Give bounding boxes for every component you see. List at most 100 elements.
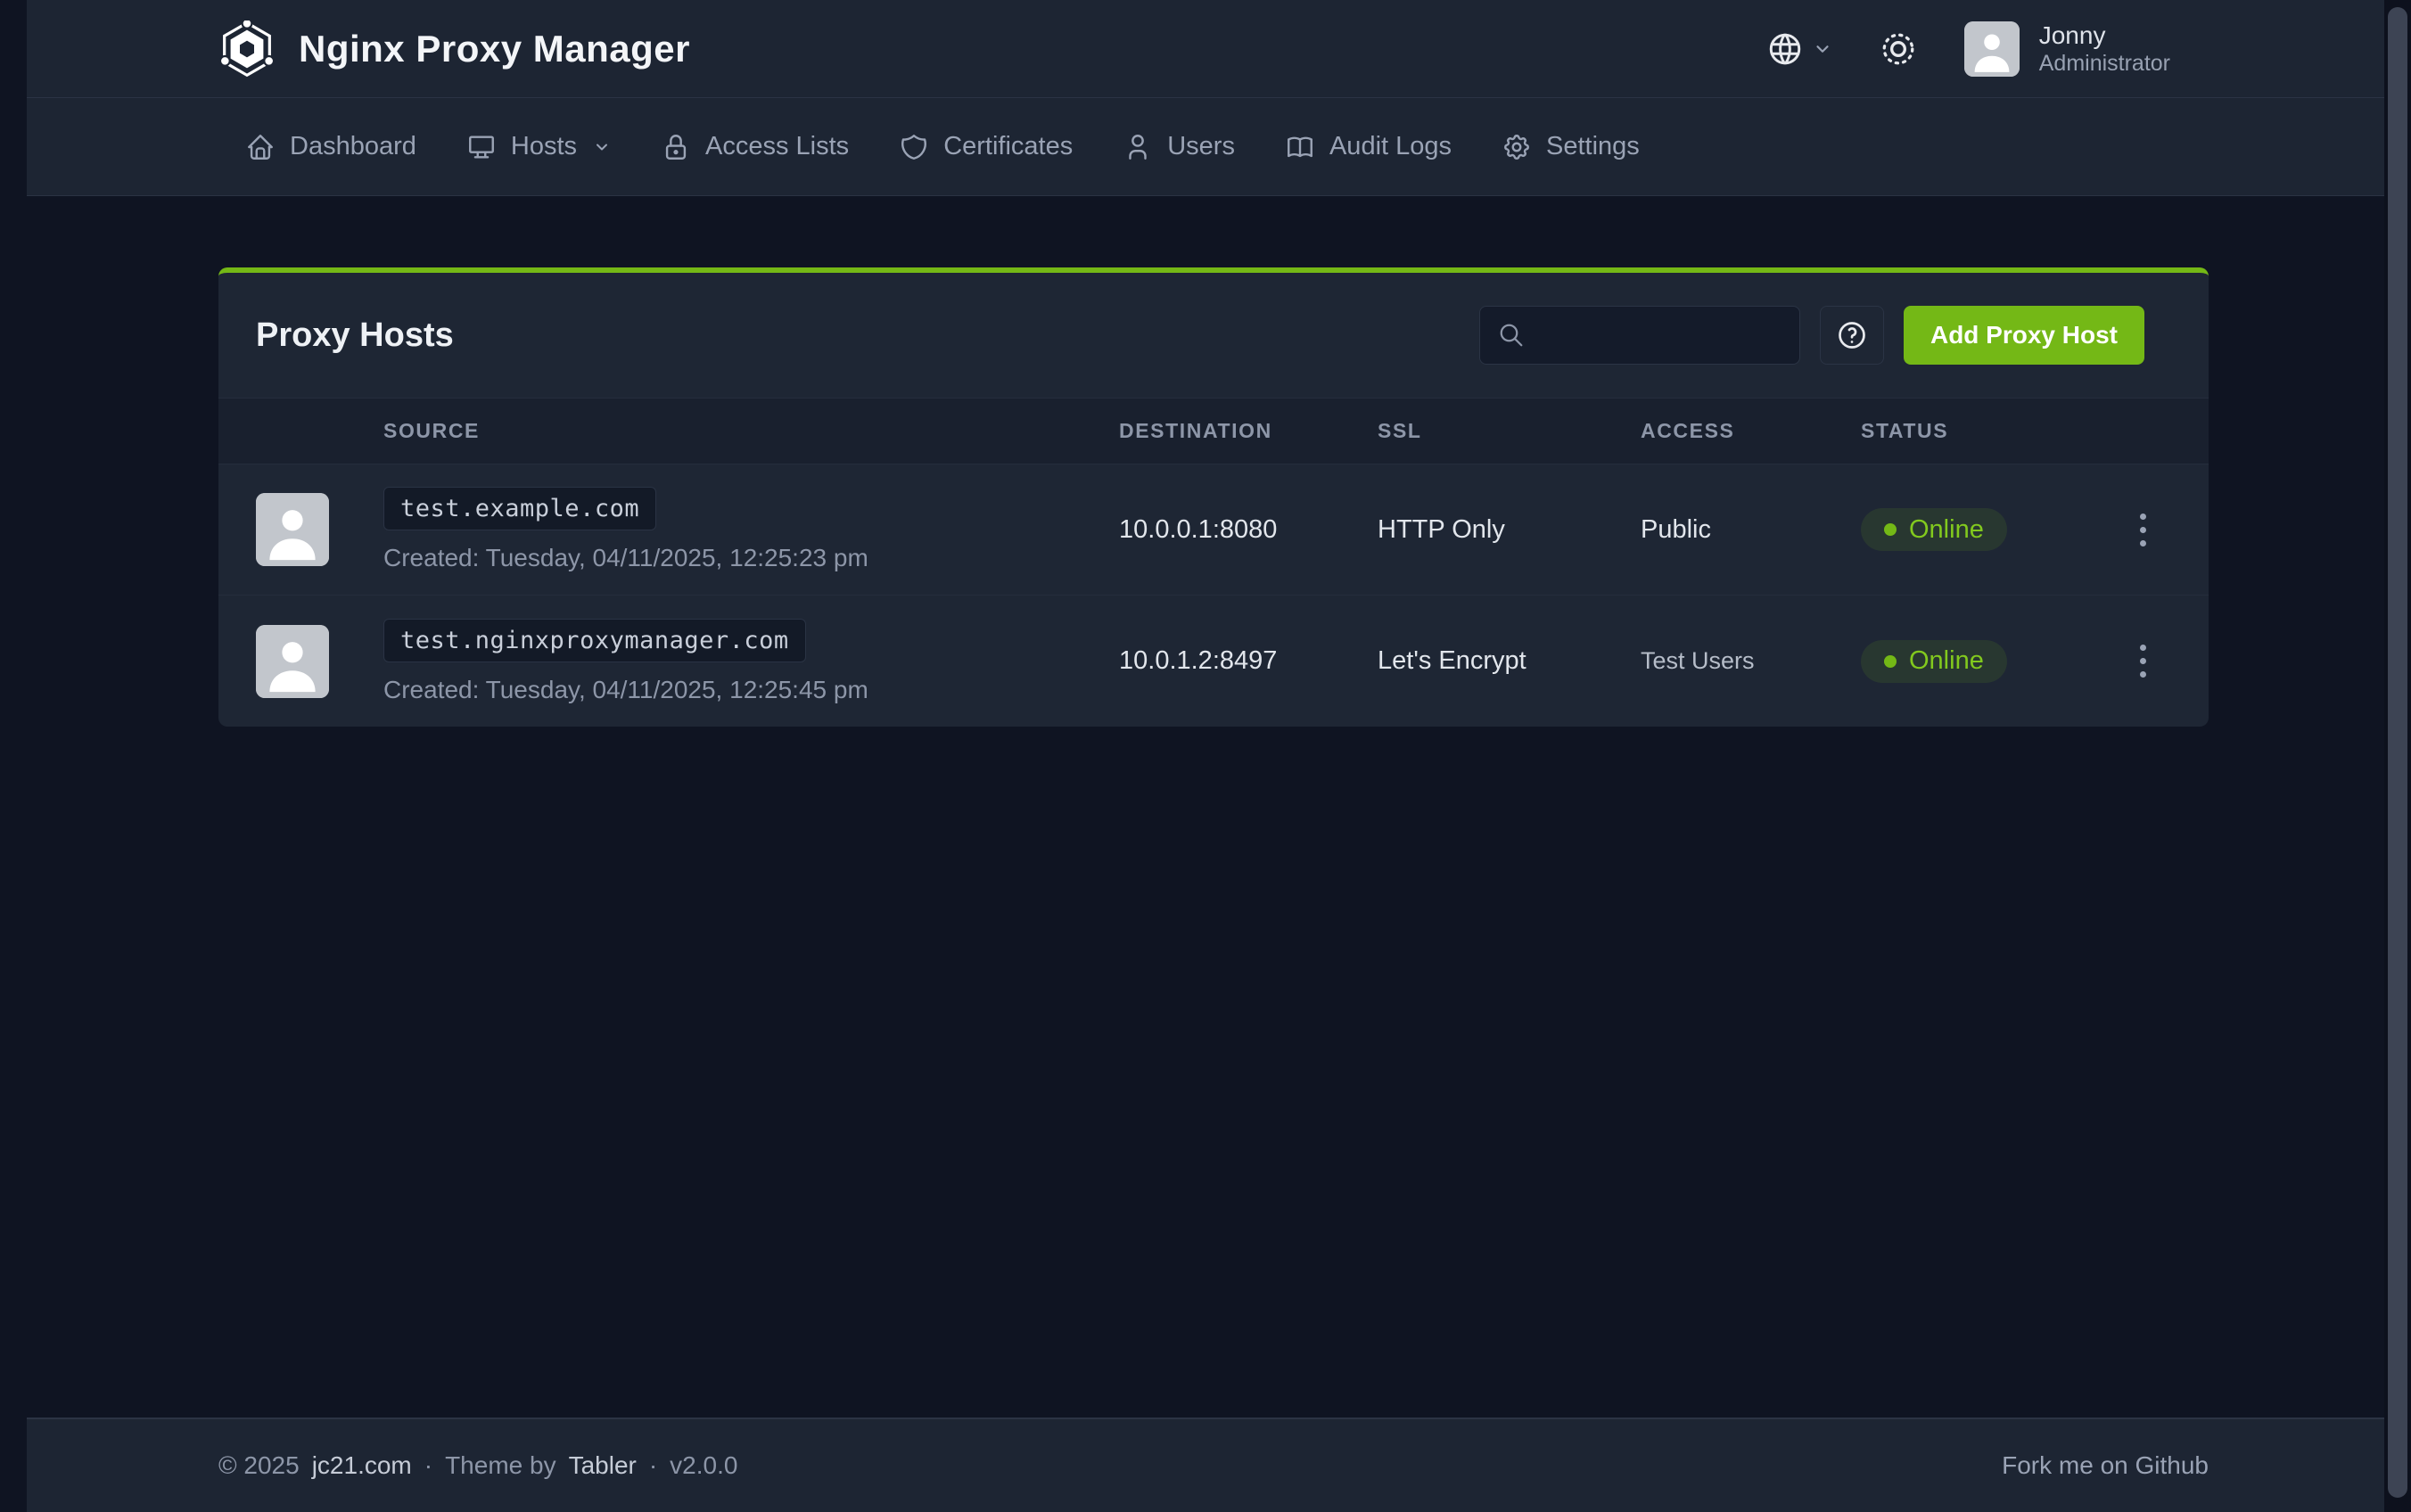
nav-label: Certificates (943, 132, 1073, 161)
book-icon (1285, 132, 1315, 162)
online-dot-icon (1884, 655, 1897, 668)
status-label: Online (1909, 515, 1984, 545)
status-cell: Online (1861, 508, 2078, 551)
nav-audit-logs[interactable]: Audit Logs (1285, 132, 1452, 162)
col-destination: DESTINATION (1119, 419, 1378, 443)
chevron-down-icon (1813, 39, 1832, 59)
ssl-cell: HTTP Only (1378, 515, 1641, 545)
nav-dashboard[interactable]: Dashboard (245, 132, 416, 162)
person-icon (256, 493, 329, 566)
footer: © 2025 jc21.com · Theme by Tabler · v2.0… (27, 1418, 2384, 1512)
col-access: ACCESS (1641, 419, 1861, 443)
row-avatar-cell (218, 493, 383, 566)
globe-icon (1766, 30, 1804, 68)
source-domain: test.nginxproxymanager.com (383, 619, 806, 662)
footer-separator: · (649, 1451, 657, 1480)
lock-icon (661, 132, 691, 162)
theme-toggle-button[interactable] (1879, 29, 1918, 69)
destination-cell: 10.0.1.2:8497 (1119, 646, 1378, 676)
owner-avatar (256, 625, 329, 698)
top-bar: Nginx Proxy Manager (27, 0, 2384, 98)
table-row[interactable]: test.nginxproxymanager.com Created: Tues… (218, 596, 2209, 727)
destination-cell: 10.0.0.1:8080 (1119, 515, 1378, 545)
chevron-down-icon (593, 138, 611, 156)
status-badge: Online (1861, 508, 2007, 551)
nav-label: Audit Logs (1329, 132, 1452, 161)
col-source: SOURCE (383, 419, 1119, 443)
shield-icon (899, 132, 929, 162)
ssl-cell: Let's Encrypt (1378, 646, 1641, 676)
nav-label: Dashboard (290, 132, 416, 161)
footer-separator: · (424, 1451, 432, 1480)
status-cell: Online (1861, 640, 2078, 683)
help-button[interactable] (1820, 306, 1884, 365)
col-ssl: SSL (1378, 419, 1641, 443)
created-date: Created: Tuesday, 04/11/2025, 12:25:45 p… (383, 676, 868, 704)
footer-credits: © 2025 jc21.com · Theme by Tabler · v2.0… (218, 1451, 737, 1480)
access-cell: Public (1641, 515, 1861, 545)
home-icon (245, 132, 276, 162)
row-avatar-cell (218, 625, 383, 698)
online-dot-icon (1884, 523, 1897, 536)
footer-copyright: © 2025 (218, 1451, 300, 1480)
brand-link[interactable]: Nginx Proxy Manager (218, 21, 690, 78)
top-bar-actions: Jonny Administrator (1766, 21, 2170, 78)
app-frame: Nginx Proxy Manager (27, 0, 2384, 1512)
source-cell: test.nginxproxymanager.com Created: Tues… (383, 619, 1119, 704)
footer-github-link[interactable]: Fork me on Github (2002, 1451, 2209, 1480)
scrollbar-track[interactable] (2384, 0, 2411, 1512)
user-icon (1123, 132, 1153, 162)
source-cell: test.example.com Created: Tuesday, 04/11… (383, 487, 1119, 572)
main-nav: Dashboard Hosts Access Lists Certificate… (27, 98, 2384, 196)
access-cell: Test Users (1641, 647, 1861, 675)
monitor-icon (466, 132, 497, 162)
footer-site-link[interactable]: jc21.com (312, 1451, 412, 1480)
row-menu-button[interactable] (2131, 505, 2155, 555)
person-icon (1964, 21, 2020, 77)
app-title: Nginx Proxy Manager (299, 28, 690, 70)
source-domain: test.example.com (383, 487, 656, 530)
nav-label: Settings (1546, 132, 1640, 161)
search-icon (1498, 322, 1525, 349)
person-icon (256, 625, 329, 698)
user-role: Administrator (2039, 50, 2170, 77)
language-menu-button[interactable] (1766, 30, 1832, 68)
user-info: Jonny Administrator (2039, 21, 2170, 78)
search-input[interactable] (1537, 321, 1782, 349)
add-proxy-host-button[interactable]: Add Proxy Host (1904, 306, 2144, 365)
nginx-proxy-manager-logo-icon (218, 21, 276, 78)
nav-certificates[interactable]: Certificates (899, 132, 1073, 162)
user-avatar (1964, 21, 2020, 77)
footer-version: v2.0.0 (670, 1451, 737, 1480)
status-badge: Online (1861, 640, 2007, 683)
footer-theme-link[interactable]: Tabler (569, 1451, 637, 1480)
created-date: Created: Tuesday, 04/11/2025, 12:25:23 p… (383, 544, 868, 572)
table-row[interactable]: test.example.com Created: Tuesday, 04/11… (218, 464, 2209, 596)
nav-users[interactable]: Users (1123, 132, 1235, 162)
table-header-row: SOURCE DESTINATION SSL ACCESS STATUS (218, 398, 2209, 464)
search-box (1479, 306, 1800, 365)
help-circle-icon (1836, 319, 1868, 351)
owner-avatar (256, 493, 329, 566)
scrollbar-thumb[interactable] (2388, 7, 2407, 1498)
status-label: Online (1909, 646, 1984, 676)
proxy-hosts-card: Proxy Hosts Add Proxy Host (218, 267, 2209, 727)
gear-icon (1502, 132, 1532, 162)
nav-label: Access Lists (705, 132, 849, 161)
sun-icon (1879, 29, 1918, 69)
footer-theme-prefix: Theme by (445, 1451, 556, 1480)
nav-settings[interactable]: Settings (1502, 132, 1640, 162)
nav-access-lists[interactable]: Access Lists (661, 132, 849, 162)
nav-label: Users (1167, 132, 1235, 161)
nav-hosts[interactable]: Hosts (466, 132, 611, 162)
actions-cell (2078, 636, 2209, 686)
row-menu-button[interactable] (2131, 636, 2155, 686)
page-title: Proxy Hosts (256, 316, 454, 355)
nav-label: Hosts (511, 132, 577, 161)
proxy-hosts-table: SOURCE DESTINATION SSL ACCESS STATUS (218, 398, 2209, 727)
actions-cell (2078, 505, 2209, 555)
main-content: Proxy Hosts Add Proxy Host (27, 196, 2384, 1418)
card-header: Proxy Hosts Add Proxy Host (218, 273, 2209, 398)
col-status: STATUS (1861, 419, 2078, 443)
user-menu[interactable]: Jonny Administrator (1964, 21, 2170, 78)
